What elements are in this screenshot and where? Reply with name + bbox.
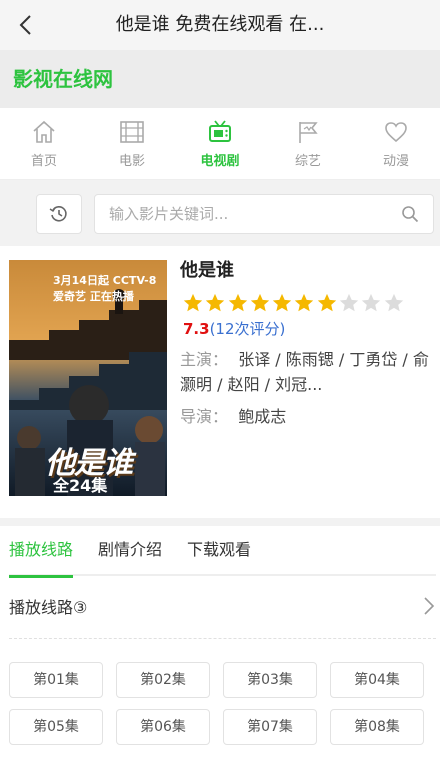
nav-item-tv[interactable]: 电视剧 [176,108,264,179]
episode-button[interactable]: 第06集 [116,709,210,745]
page-title: 他是谁 免费在线观看 在... [115,14,325,35]
cast-label: 主演： [180,350,229,369]
poster-image[interactable]: 3月14日起 CCTV-8 爱奇艺 正在热播 他是谁 全24集 [9,260,167,496]
nav-item-anime[interactable]: 动漫 [352,108,440,179]
rating-score: 7.3 [183,320,210,338]
episode-button[interactable]: 第01集 [9,662,103,698]
episode-button[interactable]: 第05集 [9,709,103,745]
star-filled-icon [183,293,203,312]
star-empty-icon [362,293,381,312]
tv-icon [206,118,234,146]
history-button[interactable] [36,194,82,234]
episode-button[interactable]: 第02集 [116,662,210,698]
star-filled-icon [206,293,225,312]
director-label: 导演： [180,407,229,426]
nav-label: 动漫 [382,154,409,169]
star-filled-icon [273,293,292,312]
flag-icon [294,118,322,146]
star-empty-icon [339,293,359,312]
episode-button[interactable]: 第04集 [330,662,424,698]
route-label: 播放线路③ [9,598,88,617]
director-value[interactable]: 鲍成志 [238,407,286,426]
nav-label: 首页 [30,154,57,169]
back-button[interactable] [8,8,42,42]
director-row: 导演： 鲍成志 [180,404,430,429]
star-rating [182,292,405,314]
star-filled-icon [250,293,270,312]
history-icon [49,206,67,222]
brand-bar: 影视在线网 [0,50,440,108]
show-info: 他是谁 7.3(12次评分) 主演： 张译 / 陈雨锶 / 丁勇岱 / 俞灏明 … [180,258,430,394]
episode-button[interactable]: 第03集 [223,662,317,698]
home-icon [30,118,58,146]
heart-icon [382,118,410,146]
tab-download[interactable]: 下载观看 [187,530,251,576]
search-icon[interactable] [401,205,419,223]
top-bar: 他是谁 免费在线观看 在... [0,0,440,50]
cast-list: 主演： 张译 / 陈雨锶 / 丁勇岱 / 俞灏明 / 赵阳 / 刘冠... [180,347,430,397]
nav-item-movie[interactable]: 电影 [88,108,176,179]
rating-count[interactable]: (12次评分) [210,320,286,338]
search-input[interactable] [109,195,389,233]
episode-button[interactable]: 第08集 [330,709,424,745]
nav-item-variety[interactable]: 综艺 [264,108,352,179]
site-logo[interactable]: 影视在线网 [13,50,113,108]
route-selector[interactable]: 播放线路③ [9,584,436,628]
detail-tabs: 播放线路 剧情介绍 下载观看 [9,530,436,578]
chevron-left-icon [19,15,31,35]
nav-label: 综艺 [294,154,321,169]
section-divider [0,518,440,526]
show-title: 他是谁 [180,260,234,281]
star-filled-icon [295,293,314,312]
dashed-divider [9,638,436,639]
episode-grid: 第01集 第02集 第03集 第04集 第05集 第06集 第07集 第08集 [9,662,433,745]
episode-button[interactable]: 第07集 [223,709,317,745]
star-filled-icon [228,293,247,312]
category-nav: 首页 电影 电视剧 综艺 动漫 [0,108,440,180]
star-filled-icon [317,293,336,312]
poster-caption: 3月14日起 CCTV-8 爱奇艺 正在热播 [53,274,157,303]
film-icon [118,118,146,146]
poster-episodes: 全24集 [53,476,108,495]
star-empty-icon [384,293,403,312]
search-box [94,194,434,234]
rating-text: 7.3(12次评分) [183,318,285,339]
nav-label: 电视剧 [200,154,240,169]
nav-item-home[interactable]: 首页 [0,108,88,179]
chevron-right-icon [424,597,435,615]
tab-play-routes[interactable]: 播放线路 [9,530,74,578]
nav-label: 电影 [118,154,145,169]
tab-synopsis[interactable]: 剧情介绍 [98,530,162,576]
